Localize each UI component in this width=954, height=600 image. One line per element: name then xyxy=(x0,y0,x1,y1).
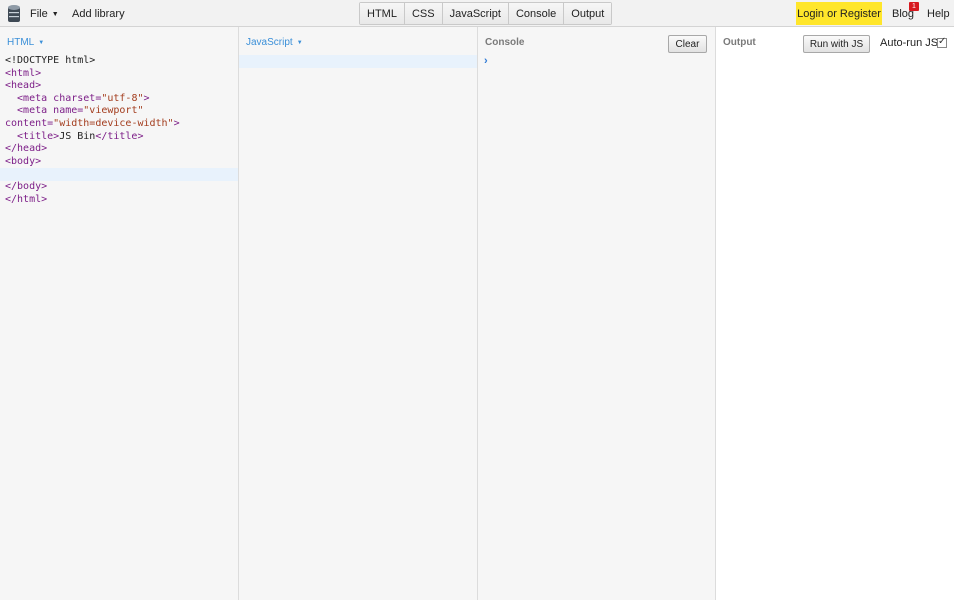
code-tag: > xyxy=(173,117,180,129)
tab-html[interactable]: HTML xyxy=(360,3,405,24)
panel-toggle-group: HTML CSS JavaScript Console Output xyxy=(359,2,613,25)
clear-console-button[interactable]: Clear xyxy=(668,35,707,53)
code-string: "viewport" xyxy=(83,105,144,117)
code-line: <title>JS Bin</title> xyxy=(0,131,238,144)
console-prompt-icon[interactable]: › xyxy=(484,55,488,67)
login-register-button[interactable]: Login or Register xyxy=(796,2,882,25)
file-menu-label: File xyxy=(30,8,48,20)
code-attr: content= xyxy=(5,117,54,129)
code-attr: name= xyxy=(53,105,84,117)
code-doctype: <!DOCTYPE html> xyxy=(5,55,96,66)
javascript-pane-label[interactable]: JavaScript ▼ xyxy=(246,37,303,48)
javascript-editor[interactable] xyxy=(239,55,477,68)
console-pane: Console Clear › xyxy=(478,27,716,600)
tab-css[interactable]: CSS xyxy=(404,3,443,24)
code-line: <html> xyxy=(0,68,238,81)
code-line: <body> xyxy=(0,156,238,169)
chevron-down-icon: ▼ xyxy=(296,40,303,46)
jsbin-logo-icon[interactable] xyxy=(7,4,21,23)
code-tag: </body> xyxy=(5,180,48,192)
code-string: "width=device-width" xyxy=(53,117,174,129)
output-title: Output xyxy=(723,37,756,48)
chevron-down-icon: ▼ xyxy=(38,40,45,46)
code-line: </head> xyxy=(0,143,238,156)
code-line: content="width=device-width"> xyxy=(0,118,238,131)
code-line: </html> xyxy=(0,194,238,207)
help-link[interactable]: Help xyxy=(927,0,950,27)
html-pane-label[interactable]: HTML ▼ xyxy=(7,37,44,48)
code-tag: <body> xyxy=(5,155,42,167)
javascript-pane-label-text: JavaScript xyxy=(246,37,293,48)
html-editor[interactable]: <!DOCTYPE html> <html> <head> <meta char… xyxy=(0,55,238,206)
code-line: </body> xyxy=(0,181,238,194)
code-line: <!DOCTYPE html> xyxy=(0,55,238,68)
code-line: <meta charset="utf-8"> xyxy=(0,93,238,106)
code-line-active xyxy=(0,168,238,181)
blog-notification-badge: 1 xyxy=(909,2,919,11)
code-text: JS Bin xyxy=(59,130,96,142)
code-tag: <html> xyxy=(5,67,42,79)
autorun-label: Auto-run JS xyxy=(880,37,939,49)
html-pane: HTML ▼ <!DOCTYPE html> <html> <head> <met… xyxy=(0,27,239,600)
code-tag: </title> xyxy=(95,130,144,142)
code-tag: </html> xyxy=(5,193,48,205)
code-tag: <title> xyxy=(5,130,60,142)
code-tag: </head> xyxy=(5,143,48,155)
run-with-js-button[interactable]: Run with JS xyxy=(803,35,870,53)
output-pane: Output Run with JS Auto-run JS xyxy=(716,27,954,600)
console-title: Console xyxy=(485,37,525,48)
code-tag: > xyxy=(143,92,150,104)
code-tag: <head> xyxy=(5,80,42,92)
file-menu[interactable]: File ▼ xyxy=(30,0,59,27)
top-bar: File ▼ Add library HTML CSS JavaScript Conso… xyxy=(0,0,954,27)
code-line: <head> xyxy=(0,80,238,93)
tab-console[interactable]: Console xyxy=(508,3,565,24)
code-tag: <meta xyxy=(5,92,54,104)
add-library-menu[interactable]: Add library xyxy=(72,0,125,27)
code-line: <meta name="viewport" xyxy=(0,105,238,118)
tab-javascript[interactable]: JavaScript xyxy=(442,3,509,24)
tab-output[interactable]: Output xyxy=(564,3,612,24)
code-tag: <meta xyxy=(5,105,54,117)
code-string: "utf-8" xyxy=(101,92,144,104)
chevron-down-icon: ▼ xyxy=(51,11,59,18)
code-attr: charset= xyxy=(53,92,102,104)
autorun-checkbox[interactable] xyxy=(937,36,947,48)
html-pane-label-text: HTML xyxy=(7,37,35,48)
javascript-pane: JavaScript ▼ xyxy=(239,27,478,600)
